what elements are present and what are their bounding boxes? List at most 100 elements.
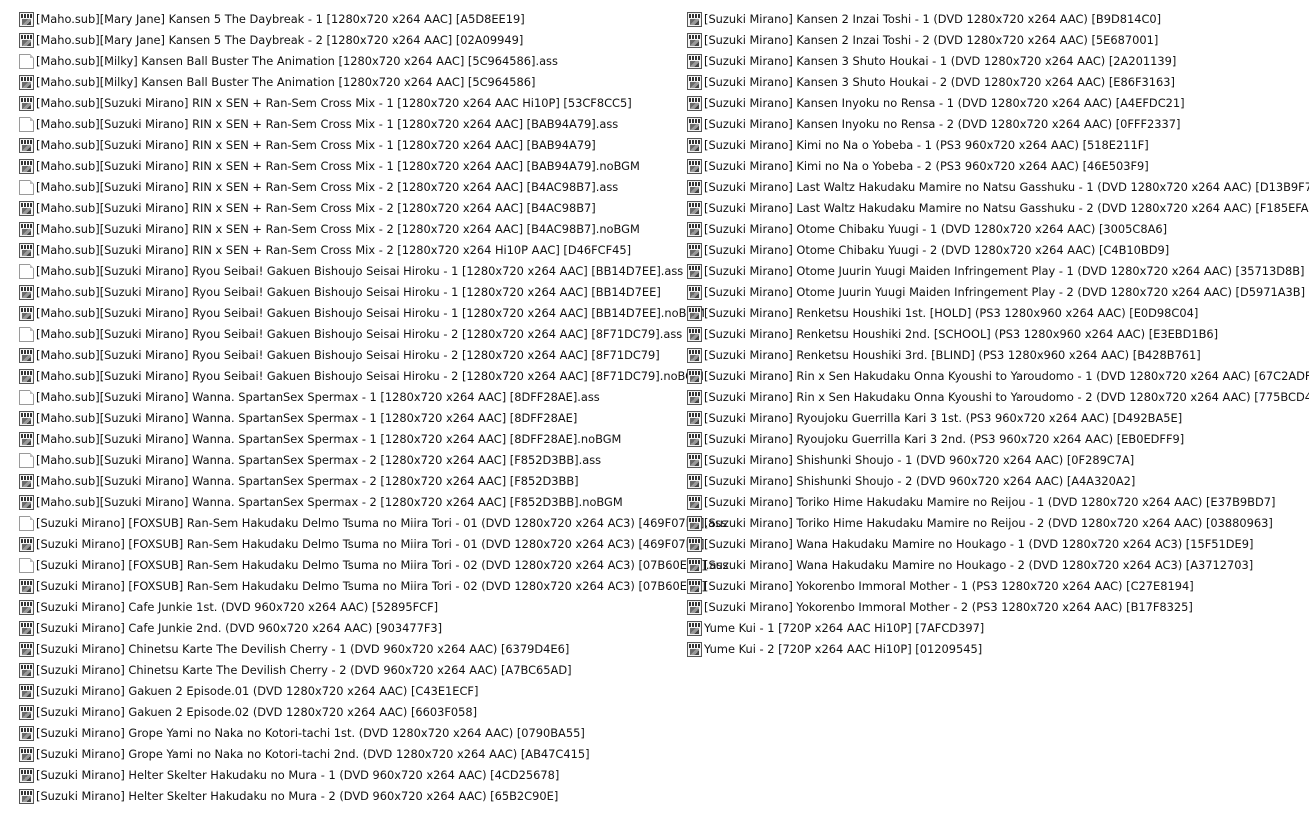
video-file-icon bbox=[19, 474, 34, 489]
video-file-icon bbox=[687, 117, 702, 132]
file-item[interactable]: [Suzuki Mirano] Yokorenbo Immoral Mother… bbox=[687, 597, 1307, 618]
file-item[interactable]: [Suzuki Mirano] [FOXSUB] Ran-Sem Hakudak… bbox=[19, 555, 728, 576]
video-file-icon bbox=[687, 495, 702, 510]
video-file-icon bbox=[19, 684, 34, 699]
file-name-label: [Suzuki Mirano] Cafe Junkie 2nd. (DVD 96… bbox=[36, 621, 443, 635]
file-item[interactable]: [Suzuki Mirano] Cafe Junkie 1st. (DVD 96… bbox=[19, 597, 681, 618]
video-file-icon bbox=[19, 285, 34, 300]
file-item[interactable]: [Maho.sub][Suzuki Mirano] Wanna. Spartan… bbox=[19, 492, 681, 513]
file-item[interactable]: [Suzuki Mirano] Renketsu Houshiki 1st. [… bbox=[687, 303, 1307, 324]
video-file-icon bbox=[19, 12, 34, 27]
file-item[interactable]: [Suzuki Mirano] Last Waltz Hakudaku Mami… bbox=[687, 177, 1309, 198]
file-item[interactable]: [Maho.sub][Suzuki Mirano] Wanna. Spartan… bbox=[19, 471, 681, 492]
file-item[interactable]: [Maho.sub][Milky] Kansen Ball Buster The… bbox=[19, 72, 681, 93]
file-item[interactable]: [Suzuki Mirano] Otome Juurin Yuugi Maide… bbox=[687, 261, 1307, 282]
file-name-label: [Suzuki Mirano] Gakuen 2 Episode.02 (DVD… bbox=[36, 705, 478, 719]
file-item[interactable]: [Maho.sub][Suzuki Mirano] Ryou Seibai! G… bbox=[19, 261, 683, 282]
file-item[interactable]: [Maho.sub][Suzuki Mirano] RIN x SEN + Ra… bbox=[19, 93, 681, 114]
file-item[interactable]: [Suzuki Mirano] Ryoujoku Guerrilla Kari … bbox=[687, 429, 1307, 450]
file-list-column-left: [Maho.sub][Mary Jane] Kansen 5 The Daybr… bbox=[19, 9, 728, 807]
file-item[interactable]: [Suzuki Mirano] Renketsu Houshiki 2nd. [… bbox=[687, 324, 1307, 345]
file-item[interactable]: [Suzuki Mirano] Chinetsu Karte The Devil… bbox=[19, 639, 681, 660]
file-item[interactable]: [Maho.sub][Suzuki Mirano] RIN x SEN + Ra… bbox=[19, 114, 681, 135]
file-name-label: [Maho.sub][Suzuki Mirano] Wanna. Spartan… bbox=[36, 411, 578, 425]
file-item[interactable]: [Maho.sub][Suzuki Mirano] RIN x SEN + Ra… bbox=[19, 219, 681, 240]
file-item[interactable]: [Maho.sub][Suzuki Mirano] Wanna. Spartan… bbox=[19, 450, 681, 471]
file-item[interactable]: [Maho.sub][Mary Jane] Kansen 5 The Daybr… bbox=[19, 9, 681, 30]
file-item[interactable]: [Suzuki Mirano] Chinetsu Karte The Devil… bbox=[19, 660, 681, 681]
video-file-icon bbox=[687, 222, 702, 237]
file-item[interactable]: [Suzuki Mirano] [FOXSUB] Ran-Sem Hakudak… bbox=[19, 513, 727, 534]
file-item[interactable]: [Suzuki Mirano] Otome Juurin Yuugi Maide… bbox=[687, 282, 1307, 303]
file-list-view: [Maho.sub][Mary Jane] Kansen 5 The Daybr… bbox=[0, 0, 1309, 824]
file-item[interactable]: [Maho.sub][Suzuki Mirano] RIN x SEN + Ra… bbox=[19, 198, 681, 219]
file-name-label: [Suzuki Mirano] Helter Skelter Hakudaku … bbox=[36, 789, 559, 803]
video-file-icon bbox=[687, 138, 702, 153]
file-item[interactable]: [Maho.sub][Milky] Kansen Ball Buster The… bbox=[19, 51, 681, 72]
file-item[interactable]: Yume Kui - 1 [720P x264 AAC Hi10P] [7AFC… bbox=[687, 618, 1307, 639]
file-item[interactable]: [Suzuki Mirano] Renketsu Houshiki 3rd. [… bbox=[687, 345, 1307, 366]
file-item[interactable]: [Suzuki Mirano] Shishunki Shoujo - 1 (DV… bbox=[687, 450, 1307, 471]
file-item[interactable]: [Maho.sub][Suzuki Mirano] Wanna. Spartan… bbox=[19, 429, 681, 450]
file-item[interactable]: [Maho.sub][Suzuki Mirano] Ryou Seibai! G… bbox=[19, 282, 681, 303]
file-item[interactable]: [Suzuki Mirano] Kansen Inyoku no Rensa -… bbox=[687, 93, 1307, 114]
file-item[interactable]: [Suzuki Mirano] Gakuen 2 Episode.02 (DVD… bbox=[19, 702, 681, 723]
file-item[interactable]: [Suzuki Mirano] Rin x Sen Hakudaku Onna … bbox=[687, 387, 1309, 408]
file-item[interactable]: [Suzuki Mirano] Shishunki Shoujo - 2 (DV… bbox=[687, 471, 1307, 492]
file-item[interactable]: [Suzuki Mirano] Grope Yami no Naka no Ko… bbox=[19, 723, 681, 744]
video-file-icon bbox=[687, 474, 702, 489]
video-file-icon bbox=[687, 54, 702, 69]
file-name-label: [Suzuki Mirano] Renketsu Houshiki 3rd. [… bbox=[704, 348, 1201, 362]
file-item[interactable]: [Suzuki Mirano] Otome Chibaku Yuugi - 1 … bbox=[687, 219, 1307, 240]
file-item[interactable]: [Suzuki Mirano] Toriko Hime Hakudaku Mam… bbox=[687, 492, 1307, 513]
video-file-icon bbox=[687, 180, 702, 195]
file-item[interactable]: [Suzuki Mirano] Kimi no Na o Yobeba - 1 … bbox=[687, 135, 1307, 156]
video-file-icon bbox=[687, 159, 702, 174]
file-item[interactable]: [Suzuki Mirano] Kansen 2 Inzai Toshi - 2… bbox=[687, 30, 1307, 51]
video-file-icon bbox=[687, 432, 702, 447]
file-item[interactable]: [Suzuki Mirano] Helter Skelter Hakudaku … bbox=[19, 765, 681, 786]
file-name-label: [Suzuki Mirano] Rin x Sen Hakudaku Onna … bbox=[704, 369, 1309, 383]
file-item[interactable]: [Maho.sub][Suzuki Mirano] Ryou Seibai! G… bbox=[19, 366, 704, 387]
file-item[interactable]: [Suzuki Mirano] Kimi no Na o Yobeba - 2 … bbox=[687, 156, 1307, 177]
file-name-label: [Suzuki Mirano] Otome Juurin Yuugi Maide… bbox=[704, 285, 1306, 299]
file-item[interactable]: [Suzuki Mirano] Gakuen 2 Episode.01 (DVD… bbox=[19, 681, 681, 702]
file-item[interactable]: [Suzuki Mirano] Wana Hakudaku Mamire no … bbox=[687, 534, 1307, 555]
file-item[interactable]: [Maho.sub][Suzuki Mirano] Wanna. Spartan… bbox=[19, 387, 681, 408]
file-item[interactable]: [Suzuki Mirano] Wana Hakudaku Mamire no … bbox=[687, 555, 1307, 576]
file-item[interactable]: [Suzuki Mirano] Rin x Sen Hakudaku Onna … bbox=[687, 366, 1309, 387]
file-item[interactable]: [Suzuki Mirano] Kansen Inyoku no Rensa -… bbox=[687, 114, 1307, 135]
video-file-icon bbox=[687, 579, 702, 594]
file-item[interactable]: [Suzuki Mirano] Kansen 3 Shuto Houkai - … bbox=[687, 72, 1307, 93]
file-item[interactable]: [Suzuki Mirano] [FOXSUB] Ran-Sem Hakudak… bbox=[19, 534, 705, 555]
video-file-icon bbox=[687, 33, 702, 48]
file-item[interactable]: [Suzuki Mirano] Cafe Junkie 2nd. (DVD 96… bbox=[19, 618, 681, 639]
file-item[interactable]: [Suzuki Mirano] Otome Chibaku Yuugi - 2 … bbox=[687, 240, 1307, 261]
file-item[interactable]: [Maho.sub][Suzuki Mirano] RIN x SEN + Ra… bbox=[19, 177, 681, 198]
file-item[interactable]: [Maho.sub][Suzuki Mirano] RIN x SEN + Ra… bbox=[19, 156, 681, 177]
file-item[interactable]: [Suzuki Mirano] Kansen 2 Inzai Toshi - 1… bbox=[687, 9, 1307, 30]
file-item[interactable]: [Maho.sub][Suzuki Mirano] RIN x SEN + Ra… bbox=[19, 135, 681, 156]
file-item[interactable]: [Maho.sub][Suzuki Mirano] Ryou Seibai! G… bbox=[19, 303, 705, 324]
file-name-label: [Maho.sub][Suzuki Mirano] Ryou Seibai! G… bbox=[36, 327, 683, 341]
file-name-label: [Maho.sub][Suzuki Mirano] RIN x SEN + Ra… bbox=[36, 180, 619, 194]
file-item[interactable]: [Maho.sub][Suzuki Mirano] Ryou Seibai! G… bbox=[19, 345, 681, 366]
file-item[interactable]: [Maho.sub][Suzuki Mirano] Wanna. Spartan… bbox=[19, 408, 681, 429]
file-item[interactable]: [Suzuki Mirano] Toriko Hime Hakudaku Mam… bbox=[687, 513, 1307, 534]
file-item[interactable]: Yume Kui - 2 [720P x264 AAC Hi10P] [0120… bbox=[687, 639, 1307, 660]
file-name-label: [Suzuki Mirano] Ryoujoku Guerrilla Kari … bbox=[704, 432, 1185, 446]
video-file-icon bbox=[19, 747, 34, 762]
file-item[interactable]: [Maho.sub][Mary Jane] Kansen 5 The Daybr… bbox=[19, 30, 681, 51]
file-item[interactable]: [Suzuki Mirano] Last Waltz Hakudaku Mami… bbox=[687, 198, 1309, 219]
file-item[interactable]: [Suzuki Mirano] Yokorenbo Immoral Mother… bbox=[687, 576, 1307, 597]
video-file-icon bbox=[19, 222, 34, 237]
video-file-icon bbox=[19, 201, 34, 216]
file-item[interactable]: [Suzuki Mirano] Ryoujoku Guerrilla Kari … bbox=[687, 408, 1307, 429]
file-item[interactable]: [Suzuki Mirano] Kansen 3 Shuto Houkai - … bbox=[687, 51, 1307, 72]
video-file-icon bbox=[19, 411, 34, 426]
file-item[interactable]: [Suzuki Mirano] Grope Yami no Naka no Ko… bbox=[19, 744, 681, 765]
file-item[interactable]: [Maho.sub][Suzuki Mirano] RIN x SEN + Ra… bbox=[19, 240, 681, 261]
file-item[interactable]: [Maho.sub][Suzuki Mirano] Ryou Seibai! G… bbox=[19, 324, 683, 345]
file-item[interactable]: [Suzuki Mirano] [FOXSUB] Ran-Sem Hakudak… bbox=[19, 576, 706, 597]
file-item[interactable]: [Suzuki Mirano] Helter Skelter Hakudaku … bbox=[19, 786, 681, 807]
